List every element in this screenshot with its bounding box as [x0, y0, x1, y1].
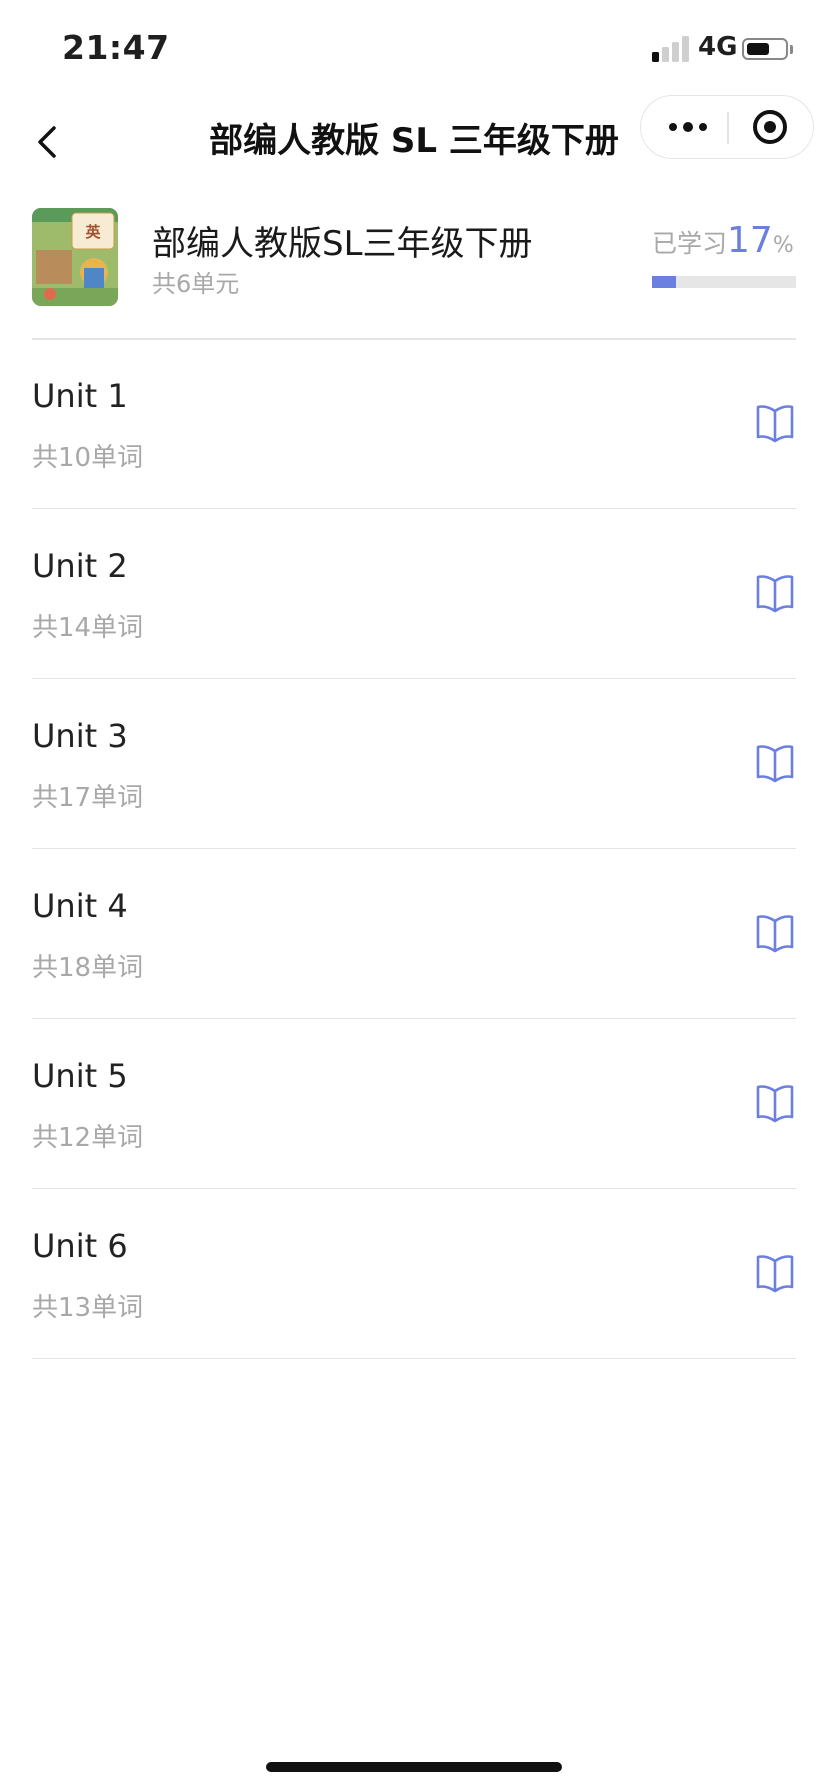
unit-list-item[interactable]: Unit 5 共12单词 [0, 1019, 828, 1189]
unit-word-count: 共12单词 [32, 1123, 144, 1153]
more-dots-icon [669, 123, 677, 131]
unit-list-item[interactable]: Unit 4 共18单词 [0, 849, 828, 1019]
unit-name: Unit 2 [32, 547, 128, 585]
open-book-icon[interactable] [754, 1251, 796, 1295]
status-bar: 21:47 4G [0, 0, 828, 100]
page-title: 部编人教版 SL 三年级下册 [209, 121, 619, 161]
battery-cap [790, 45, 793, 54]
open-book-icon[interactable] [754, 571, 796, 615]
progress-value: 17 [727, 220, 773, 261]
unit-word-count: 共14单词 [32, 613, 144, 643]
mini-program-capsule [640, 95, 814, 159]
textbook-cover-icon: 英 [32, 208, 118, 306]
progress-text: 已学习17% [652, 220, 794, 261]
unit-name: Unit 5 [32, 1057, 128, 1095]
open-book-icon[interactable] [754, 401, 796, 445]
unit-list-item[interactable]: Unit 6 共13单词 [0, 1189, 828, 1359]
unit-name: Unit 1 [32, 377, 128, 415]
open-book-icon[interactable] [754, 741, 796, 785]
unit-list: Unit 1 共10单词 Unit 2 共14单词 Unit 3 共17单词 Unit 4 共… [0, 339, 828, 1359]
nav-bar: 部编人教版 SL 三年级下册 [0, 94, 828, 188]
unit-list-item[interactable]: Unit 2 共14单词 [0, 509, 828, 679]
open-book-icon[interactable] [754, 911, 796, 955]
progress-bar-fill [652, 276, 676, 288]
back-button[interactable] [26, 114, 74, 170]
close-button[interactable] [728, 96, 814, 158]
unit-word-count: 共17单词 [32, 783, 144, 813]
network-type: 4G [698, 32, 738, 62]
svg-text:英: 英 [85, 223, 101, 241]
unit-word-count: 共13单词 [32, 1293, 144, 1323]
battery-icon [742, 38, 788, 60]
row-divider [32, 1357, 796, 1359]
book-header: 英 部编人教版SL三年级下册 共6单元 已学习17% [0, 200, 828, 338]
book-title: 部编人教版SL三年级下册 [152, 224, 533, 264]
status-time: 21:47 [62, 28, 170, 67]
progress-bar [652, 276, 796, 288]
unit-name: Unit 4 [32, 887, 128, 925]
chevron-left-icon [38, 126, 56, 158]
unit-word-count: 共10单词 [32, 443, 144, 473]
more-button[interactable] [641, 96, 727, 158]
unit-list-item[interactable]: Unit 3 共17单词 [0, 679, 828, 849]
open-book-icon[interactable] [754, 1081, 796, 1125]
signal-icon [652, 36, 692, 62]
progress-label: 已学习 [652, 229, 728, 258]
unit-name: Unit 6 [32, 1227, 128, 1265]
unit-name: Unit 3 [32, 717, 128, 755]
unit-word-count: 共18单词 [32, 953, 144, 983]
book-unit-count: 共6单元 [152, 270, 240, 298]
progress-unit: % [772, 233, 794, 258]
home-indicator [266, 1762, 562, 1772]
unit-list-item[interactable]: Unit 1 共10单词 [0, 339, 828, 509]
